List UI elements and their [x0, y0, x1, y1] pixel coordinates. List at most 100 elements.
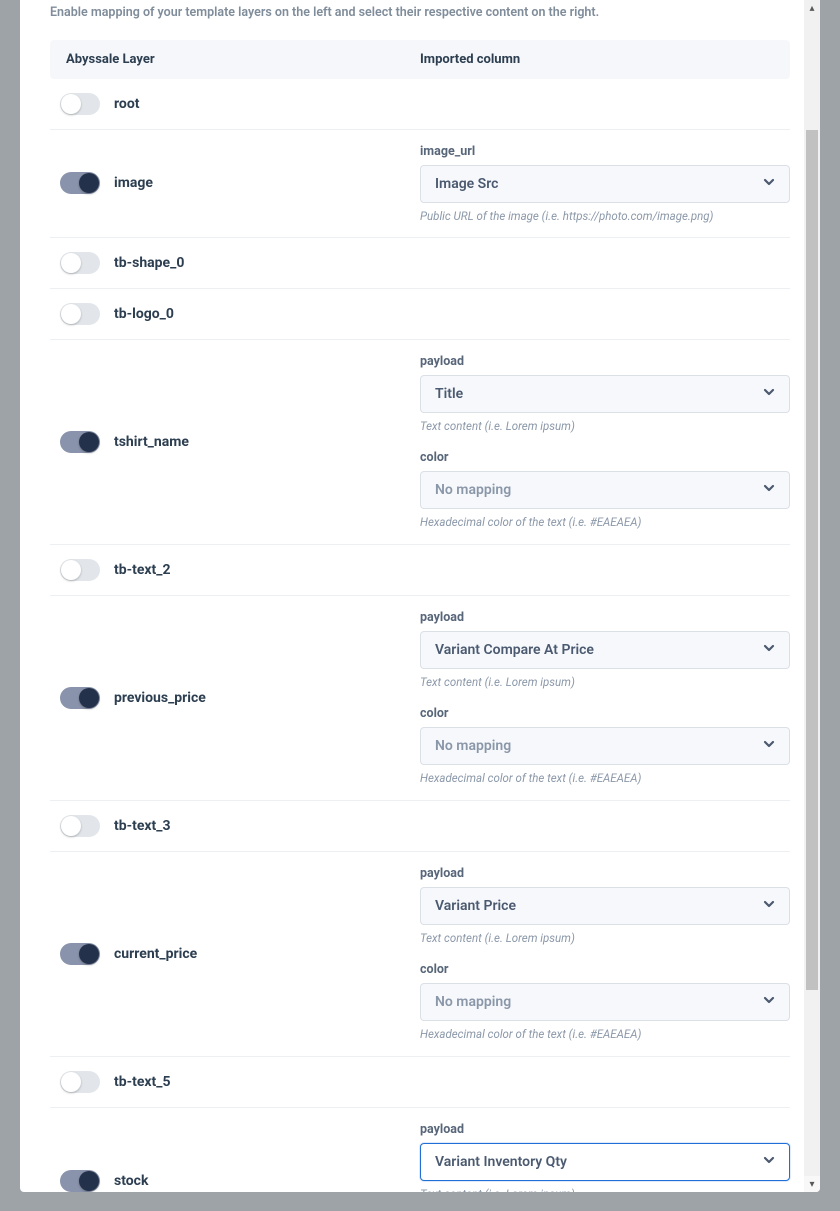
- select-color[interactable]: No mapping: [420, 727, 790, 765]
- toggle-tb-text_3[interactable]: [60, 815, 100, 837]
- toggle-knob: [79, 1171, 99, 1191]
- layer-cell-left: image: [50, 172, 420, 194]
- select-value: Title: [435, 386, 463, 402]
- layer-name: tb-logo_0: [114, 306, 174, 322]
- layer-name: stock: [114, 1173, 148, 1189]
- toggle-knob: [61, 304, 81, 324]
- chevron-down-icon: [763, 482, 775, 498]
- layer-cell-right: payloadVariant Inventory QtyText content…: [420, 1122, 790, 1192]
- layer-cell-left: root: [50, 93, 420, 115]
- toggle-knob: [61, 94, 81, 114]
- layer-row: tb-text_5: [50, 1057, 790, 1108]
- select-payload[interactable]: Title: [420, 375, 790, 413]
- select-value: Image Src: [435, 176, 498, 192]
- layer-name: previous_price: [114, 690, 206, 706]
- toggle-knob: [61, 816, 81, 836]
- field-group-color: colorNo mappingHexadecimal color of the …: [420, 706, 790, 786]
- toggle-knob: [79, 944, 99, 964]
- chevron-down-icon: [763, 898, 775, 914]
- chevron-down-icon: [763, 994, 775, 1010]
- toggle-tb-shape_0[interactable]: [60, 252, 100, 274]
- layer-row: tb-text_2: [50, 545, 790, 596]
- scrollbar-thumb[interactable]: [806, 130, 818, 990]
- field-hint: Public URL of the image (i.e. https://ph…: [420, 209, 790, 224]
- select-color[interactable]: No mapping: [420, 983, 790, 1021]
- layer-name: tb-text_5: [114, 1074, 171, 1090]
- chevron-down-icon: [763, 642, 775, 658]
- field-label: color: [420, 706, 790, 721]
- toggle-image[interactable]: [60, 172, 100, 194]
- chevron-down-icon: [763, 1154, 775, 1170]
- layer-name: current_price: [114, 946, 197, 962]
- toggle-stock[interactable]: [60, 1170, 100, 1192]
- layer-row: stock payloadVariant Inventory QtyText co…: [50, 1108, 790, 1192]
- field-hint: Text content (i.e. Lorem ipsum): [420, 931, 790, 946]
- select-value: Variant Price: [435, 898, 516, 914]
- layer-row: current_price payloadVariant PriceText co…: [50, 852, 790, 1057]
- select-image_url[interactable]: Image Src: [420, 165, 790, 203]
- scroll-up-icon[interactable]: ▴: [804, 0, 820, 16]
- field-label: payload: [420, 610, 790, 625]
- scrollbar[interactable]: ▴ ▾: [804, 0, 820, 1192]
- layer-name: tshirt_name: [114, 434, 189, 450]
- chevron-down-icon: [763, 176, 775, 192]
- toggle-knob: [61, 560, 81, 580]
- select-value: Variant Inventory Qty: [435, 1154, 567, 1170]
- toggle-tb-text_2[interactable]: [60, 559, 100, 581]
- field-hint: Text content (i.e. Lorem ipsum): [420, 675, 790, 690]
- layer-cell-left: stock: [50, 1170, 420, 1192]
- layer-cell-left: tb-logo_0: [50, 303, 420, 325]
- layer-cell-left: tshirt_name: [50, 431, 420, 453]
- field-hint: Text content (i.e. Lorem ipsum): [420, 419, 790, 434]
- select-payload[interactable]: Variant Inventory Qty: [420, 1143, 790, 1181]
- layer-cell-left: tb-text_5: [50, 1071, 420, 1093]
- select-payload[interactable]: Variant Compare At Price: [420, 631, 790, 669]
- field-group-payload: payload Variant Compare At Price Text cont…: [420, 610, 790, 690]
- toggle-knob: [79, 173, 99, 193]
- toggle-knob: [79, 688, 99, 708]
- mapping-modal: Enable mapping of your template layers o…: [20, 0, 820, 1192]
- layer-cell-right: payload Title Text content (i.e. Lorem ips…: [420, 354, 790, 530]
- layer-name: root: [114, 96, 139, 112]
- toggle-tshirt_name[interactable]: [60, 431, 100, 453]
- layer-cell-left: tb-shape_0: [50, 252, 420, 274]
- layer-cell-right: payload Variant Compare At Price Text cont…: [420, 610, 790, 786]
- field-group-color: colorNo mappingHexadecimal color of the …: [420, 450, 790, 530]
- field-label: image_url: [420, 144, 790, 159]
- layer-cell-right: payloadVariant PriceText content (i.e. L…: [420, 866, 790, 1042]
- header-left: Abyssale Layer: [66, 52, 420, 67]
- header-right: Imported column: [420, 52, 774, 67]
- layer-row: tb-text_3: [50, 801, 790, 852]
- chevron-down-icon: [763, 738, 775, 754]
- scroll-down-icon[interactable]: ▾: [804, 1176, 820, 1192]
- field-label: payload: [420, 354, 790, 369]
- layer-name: tb-text_2: [114, 562, 171, 578]
- layer-name: tb-text_3: [114, 818, 171, 834]
- select-value: No mapping: [435, 482, 511, 498]
- intro-text: Enable mapping of your template layers o…: [50, 0, 790, 40]
- toggle-current_price[interactable]: [60, 943, 100, 965]
- select-payload[interactable]: Variant Price: [420, 887, 790, 925]
- field-hint: Text content (i.e. Lorem ipsum): [420, 1187, 790, 1192]
- layer-row: image image_url Image Src Public URL of the…: [50, 130, 790, 239]
- toggle-previous_price[interactable]: [60, 687, 100, 709]
- field-group-payload: payload Title Text content (i.e. Lorem ips…: [420, 354, 790, 434]
- field-hint: Hexadecimal color of the text (i.e. #EAE…: [420, 1027, 790, 1042]
- select-color[interactable]: No mapping: [420, 471, 790, 509]
- field-label: color: [420, 962, 790, 977]
- select-value: No mapping: [435, 738, 511, 754]
- layer-name: tb-shape_0: [114, 255, 184, 271]
- rows-container: root image image_url Image Src Public URL of…: [50, 79, 790, 1193]
- chevron-down-icon: [763, 386, 775, 402]
- toggle-root[interactable]: [60, 93, 100, 115]
- toggle-tb-logo_0[interactable]: [60, 303, 100, 325]
- field-group-image_url: image_url Image Src Public URL of the imag…: [420, 144, 790, 224]
- layer-name: image: [114, 175, 153, 191]
- layer-row: tb-logo_0: [50, 289, 790, 340]
- field-group-payload: payloadVariant PriceText content (i.e. L…: [420, 866, 790, 946]
- grid-header: Abyssale Layer Imported column: [50, 40, 790, 79]
- scroll-content: Enable mapping of your template layers o…: [20, 0, 820, 1192]
- layer-row: root: [50, 79, 790, 130]
- toggle-knob: [79, 432, 99, 452]
- toggle-tb-text_5[interactable]: [60, 1071, 100, 1093]
